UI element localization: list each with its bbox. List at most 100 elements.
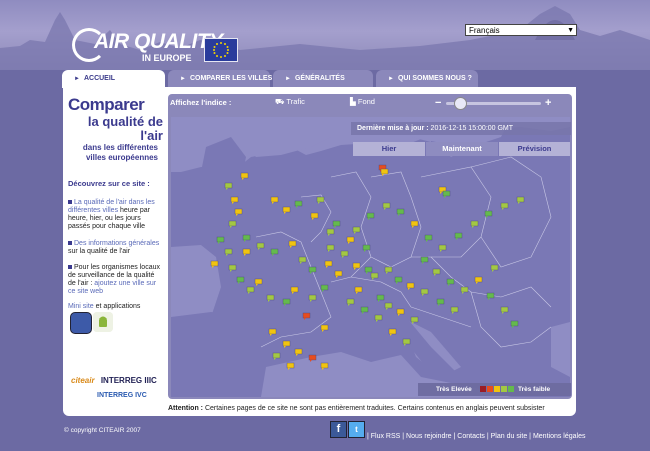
station-marker[interactable] — [332, 220, 341, 228]
station-marker[interactable] — [490, 264, 499, 272]
station-marker[interactable] — [310, 212, 319, 220]
station-marker[interactable] — [424, 234, 433, 242]
station-marker[interactable] — [210, 260, 219, 268]
station-marker[interactable] — [308, 266, 317, 274]
station-marker[interactable] — [290, 286, 299, 294]
station-marker[interactable] — [230, 196, 239, 204]
station-marker[interactable] — [396, 308, 405, 316]
station-marker[interactable] — [302, 312, 311, 320]
mini-site-link[interactable]: Mini site — [68, 303, 94, 310]
partner-citeair[interactable]: citeair INTERREG IIIC — [71, 376, 157, 388]
tab-hier[interactable]: Hier — [353, 142, 425, 156]
station-marker[interactable] — [486, 292, 495, 300]
station-marker[interactable] — [384, 266, 393, 274]
station-marker[interactable] — [272, 352, 281, 360]
station-marker[interactable] — [282, 340, 291, 348]
station-marker[interactable] — [510, 320, 519, 328]
station-marker[interactable] — [354, 286, 363, 294]
station-marker[interactable] — [282, 206, 291, 214]
air-quality-map[interactable] — [171, 117, 570, 397]
station-marker[interactable] — [316, 196, 325, 204]
tab-comparer-les-villes[interactable]: ► COMPARER LES VILLES — [168, 70, 272, 88]
station-marker[interactable] — [254, 278, 263, 286]
twitter-icon[interactable]: t — [348, 421, 365, 438]
station-marker[interactable] — [320, 284, 329, 292]
station-marker[interactable] — [384, 302, 393, 310]
station-marker[interactable] — [362, 244, 371, 252]
footer-link-contacts[interactable]: Contacts — [457, 433, 485, 440]
station-marker[interactable] — [410, 220, 419, 228]
station-marker[interactable] — [474, 276, 483, 284]
station-marker[interactable] — [242, 234, 251, 242]
station-marker[interactable] — [446, 278, 455, 286]
station-marker[interactable] — [288, 240, 297, 248]
tab-prevision[interactable]: Prévision — [499, 142, 570, 156]
station-marker[interactable] — [320, 362, 329, 370]
station-marker[interactable] — [410, 316, 419, 324]
station-marker[interactable] — [326, 244, 335, 252]
station-marker[interactable] — [270, 196, 279, 204]
station-marker[interactable] — [442, 190, 451, 198]
zoom-in-button[interactable]: + — [545, 98, 551, 109]
station-marker[interactable] — [402, 338, 411, 346]
station-marker[interactable] — [270, 248, 279, 256]
station-marker[interactable] — [294, 348, 303, 356]
station-marker[interactable] — [500, 202, 509, 210]
station-marker[interactable] — [266, 294, 275, 302]
general-info-link[interactable]: Des informations générales — [74, 240, 159, 247]
station-marker[interactable] — [234, 208, 243, 216]
station-marker[interactable] — [454, 232, 463, 240]
station-marker[interactable] — [294, 200, 303, 208]
tab-generalites[interactable]: ► GÉNÉRALITÉS — [273, 70, 373, 88]
station-marker[interactable] — [500, 306, 509, 314]
station-marker[interactable] — [352, 262, 361, 270]
station-marker[interactable] — [242, 248, 251, 256]
station-marker[interactable] — [224, 182, 233, 190]
station-marker[interactable] — [246, 286, 255, 294]
station-marker[interactable] — [298, 256, 307, 264]
facebook-icon[interactable]: f — [330, 421, 347, 438]
station-marker[interactable] — [228, 220, 237, 228]
station-marker[interactable] — [484, 210, 493, 218]
station-marker[interactable] — [326, 228, 335, 236]
footer-link-legal[interactable]: Mentions légales — [533, 433, 586, 440]
station-marker[interactable] — [366, 212, 375, 220]
station-marker[interactable] — [420, 256, 429, 264]
station-marker[interactable] — [460, 286, 469, 294]
station-marker[interactable] — [420, 288, 429, 296]
station-marker[interactable] — [308, 294, 317, 302]
station-marker[interactable] — [396, 208, 405, 216]
station-marker[interactable] — [388, 328, 397, 336]
station-marker[interactable] — [470, 220, 479, 228]
fond-toggle[interactable]: ▙ Fond — [350, 97, 410, 109]
station-marker[interactable] — [334, 270, 343, 278]
station-marker[interactable] — [308, 354, 317, 362]
site-logo[interactable]: AIR QUALITY IN EUROPE — [72, 28, 242, 70]
station-marker[interactable] — [376, 294, 385, 302]
footer-link-rss[interactable]: Flux RSS — [371, 433, 401, 440]
station-marker[interactable] — [438, 244, 447, 252]
station-marker[interactable] — [324, 260, 333, 268]
station-marker[interactable] — [370, 272, 379, 280]
tab-maintenant[interactable]: Maintenant — [426, 142, 498, 156]
station-marker[interactable] — [286, 362, 295, 370]
zoom-out-button[interactable]: − — [435, 98, 441, 109]
station-marker[interactable] — [450, 306, 459, 314]
station-marker[interactable] — [516, 196, 525, 204]
footer-link-sitemap[interactable]: Plan du site — [491, 433, 528, 440]
zoom-slider[interactable] — [446, 97, 541, 110]
station-marker[interactable] — [406, 282, 415, 290]
station-marker[interactable] — [352, 226, 361, 234]
partner-interreg-ivc[interactable]: INTERREG IVC — [97, 392, 147, 399]
station-marker[interactable] — [228, 264, 237, 272]
station-marker[interactable] — [216, 236, 225, 244]
tab-accueil[interactable]: ► ACCUEIL — [62, 70, 165, 88]
station-marker[interactable] — [268, 328, 277, 336]
station-marker[interactable] — [432, 268, 441, 276]
station-marker[interactable] — [436, 298, 445, 306]
station-marker[interactable] — [340, 250, 349, 258]
station-marker[interactable] — [236, 276, 245, 284]
station-marker[interactable] — [394, 276, 403, 284]
android-app-icon[interactable] — [93, 312, 113, 332]
language-select[interactable]: Français ▼ — [465, 24, 577, 36]
